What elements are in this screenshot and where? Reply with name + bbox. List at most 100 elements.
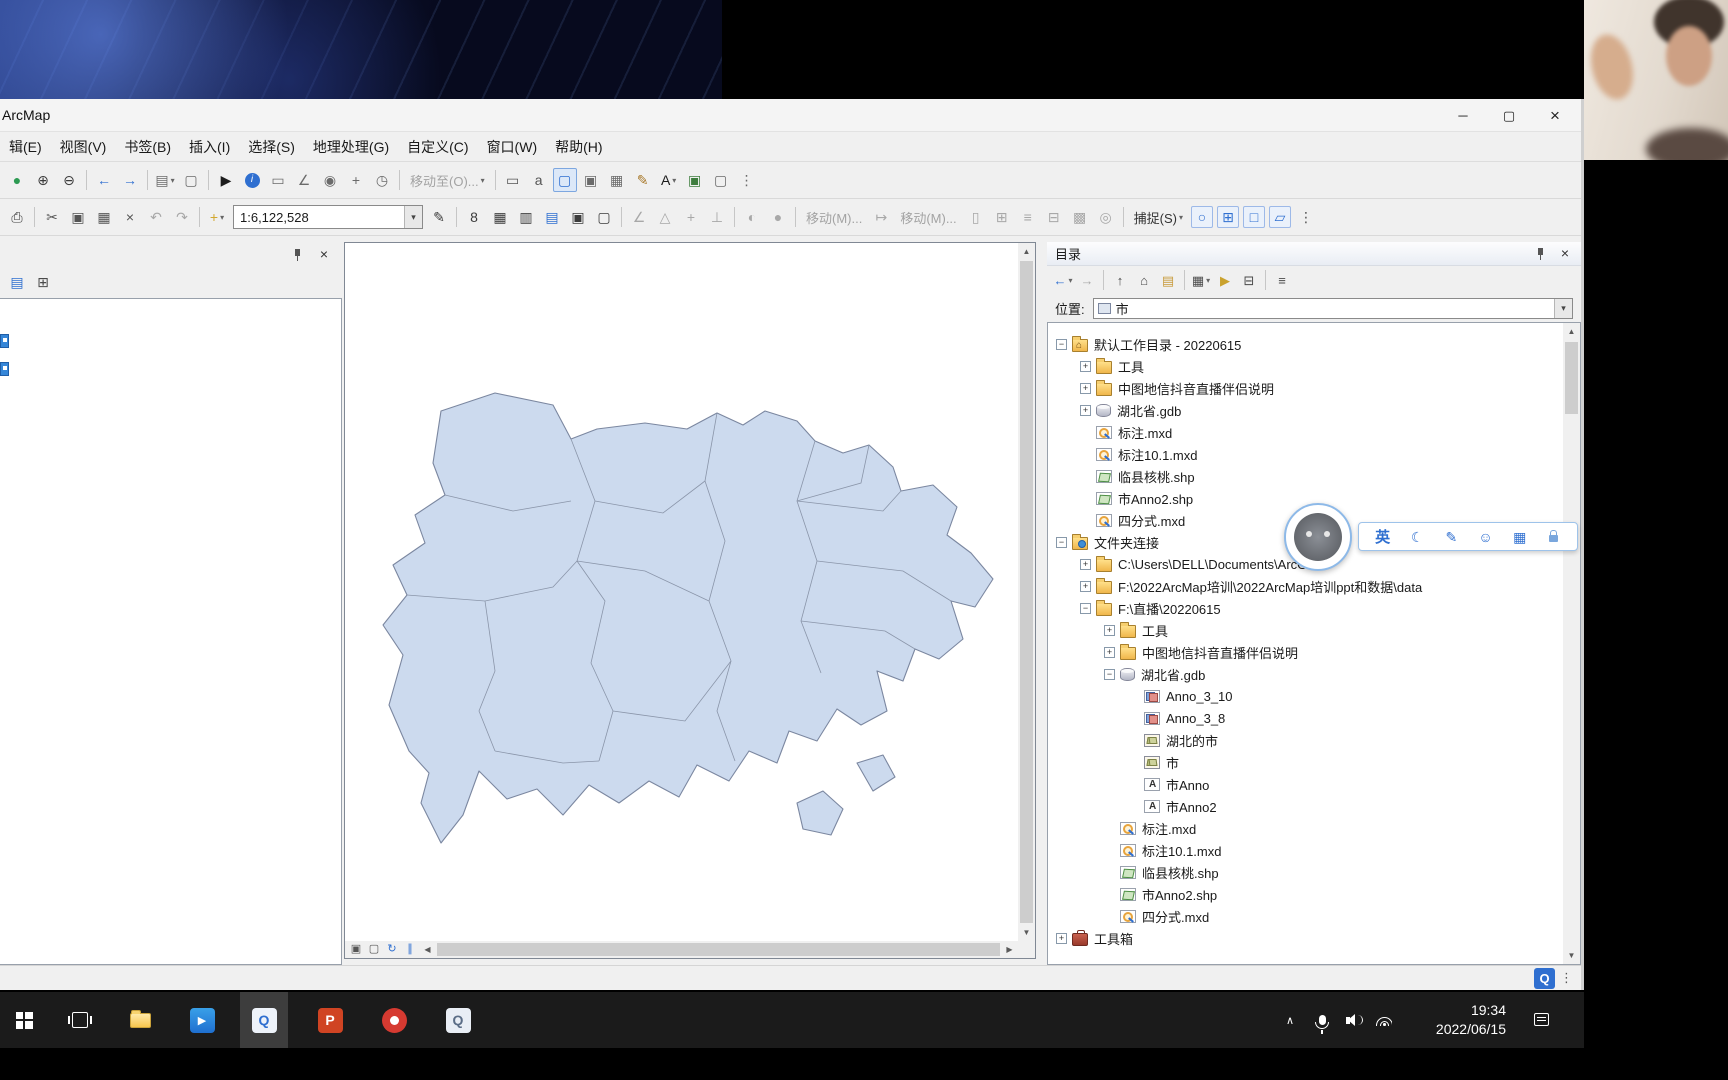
map-scale-dropdown[interactable]: ▾ bbox=[404, 206, 422, 228]
offset-tool[interactable]: ↦ bbox=[869, 205, 893, 229]
go-to-xy[interactable]: + bbox=[344, 168, 368, 192]
tree-item[interactable]: + 中图地信抖音直播伴侣说明 bbox=[1048, 377, 1580, 399]
select-graphics[interactable]: ▢ bbox=[552, 168, 577, 192]
ime-keyboard[interactable]: ▦ bbox=[1511, 527, 1529, 547]
tree-item[interactable]: 临县核桃.shp bbox=[1048, 465, 1580, 487]
location-combo[interactable]: 市 ▾ bbox=[1092, 297, 1573, 319]
move-to-button[interactable]: 移动至(O)... ▾ bbox=[404, 168, 491, 192]
cat-connect-folder[interactable]: ▤ bbox=[1157, 269, 1179, 291]
tree-item[interactable]: + F:\2022ArcMap培训\2022ArcMap培训ppt和数据\data bbox=[1048, 575, 1580, 597]
tree-item[interactable]: 标注10.1.mxd bbox=[1048, 839, 1580, 861]
ime-emoji[interactable]: ☺ bbox=[1477, 527, 1495, 547]
cat-toggle-tree[interactable]: ⊟ bbox=[1238, 269, 1260, 291]
refresh-view-button[interactable]: ↻ bbox=[383, 942, 401, 958]
map-scale-combo[interactable]: 1:6,122,528 ▾ bbox=[233, 205, 423, 229]
fixed-zoom-out[interactable]: ⊖ bbox=[57, 168, 81, 192]
ime-lock[interactable] bbox=[1545, 527, 1563, 547]
scroll-up-icon[interactable]: ▲ bbox=[1018, 243, 1035, 260]
media-app-button[interactable]: ▶ bbox=[178, 992, 226, 1048]
tree-item[interactable]: 市Anno2.shp bbox=[1048, 883, 1580, 905]
add-layer[interactable]: ▤ ▾ bbox=[153, 168, 177, 192]
status-overflow-icon[interactable]: ⋮ bbox=[1560, 970, 1573, 986]
expand-toggle-icon[interactable]: − bbox=[1080, 602, 1091, 614]
modify-1[interactable]: ∠ bbox=[627, 205, 651, 229]
tree-item[interactable]: 四分式.mxd bbox=[1048, 905, 1580, 927]
cat-home[interactable]: ⌂ bbox=[1133, 269, 1155, 291]
catalog-header[interactable]: 目录 × bbox=[1047, 242, 1581, 266]
cat-options[interactable]: ≡ bbox=[1271, 269, 1293, 291]
data-view-button[interactable]: ▣ bbox=[347, 942, 365, 958]
snap-endpoint[interactable]: ⊞ bbox=[1217, 206, 1240, 228]
toc-clipped-layer-2[interactable] bbox=[0, 362, 9, 376]
toolbar-overflow[interactable]: ⋮ bbox=[735, 168, 759, 192]
expand-toggle-icon[interactable]: + bbox=[1080, 558, 1091, 570]
tree-item[interactable]: 标注10.1.mxd bbox=[1048, 443, 1580, 465]
expand-toggle-icon[interactable]: + bbox=[1080, 404, 1091, 416]
cat-forward[interactable]: → bbox=[1076, 269, 1098, 291]
tree-item[interactable]: 市 bbox=[1048, 751, 1580, 773]
toc-by-drawing-order[interactable]: ▤ bbox=[5, 270, 29, 294]
distribute-tool[interactable]: ▦ bbox=[605, 168, 629, 192]
menu-item-8[interactable]: 帮助(H) bbox=[546, 133, 611, 161]
tree-item[interactable]: 临县核桃.shp bbox=[1048, 861, 1580, 883]
cut[interactable]: ✂ bbox=[40, 205, 64, 229]
expand-toggle-icon[interactable]: − bbox=[1104, 668, 1115, 680]
move-annotation-button[interactable]: 移动(M)... bbox=[894, 205, 962, 229]
insert-picture[interactable]: ▣ bbox=[683, 168, 707, 192]
tree-item[interactable]: + 工具 bbox=[1048, 355, 1580, 377]
map-horizontal-scrollbar[interactable]: ▣ ▢ ↻ ∥ ◀ ▶ bbox=[345, 941, 1018, 958]
draw-pencil[interactable]: ✎ bbox=[631, 168, 655, 192]
toc-close-icon[interactable]: × bbox=[320, 247, 328, 261]
pin-icon[interactable] bbox=[290, 247, 304, 263]
maximize-button[interactable]: ▢ bbox=[1486, 99, 1532, 132]
arcmap-taskbar-button[interactable]: Q bbox=[240, 992, 288, 1048]
menu-item-1[interactable]: 视图(V) bbox=[51, 133, 116, 161]
modify-4[interactable]: ⊥ bbox=[705, 205, 729, 229]
search-app-button[interactable]: Q bbox=[434, 992, 482, 1048]
undo[interactable]: ↶ bbox=[144, 205, 168, 229]
menu-item-7[interactable]: 窗口(W) bbox=[478, 133, 547, 161]
create-features[interactable]: ▤ bbox=[540, 205, 564, 229]
tree-item[interactable]: + 工具箱 bbox=[1048, 927, 1580, 949]
rotate-tool[interactable]: ◐ bbox=[740, 205, 764, 229]
anno-tool-6[interactable]: ◎ bbox=[1094, 205, 1118, 229]
cat-contents-view[interactable]: ▦ ▾ bbox=[1190, 269, 1212, 291]
previous-extent[interactable]: ← bbox=[92, 168, 116, 192]
menu-item-5[interactable]: 地理处理(G) bbox=[304, 133, 398, 161]
file-explorer-button[interactable] bbox=[116, 992, 164, 1048]
buffer-tool[interactable]: ● bbox=[766, 205, 790, 229]
add-data[interactable]: + ▾ bbox=[205, 205, 229, 229]
editor-pencil[interactable]: ✎ bbox=[427, 205, 451, 229]
pin-icon[interactable] bbox=[1533, 246, 1547, 262]
start-button[interactable] bbox=[0, 992, 48, 1048]
snap-point[interactable]: ○ bbox=[1191, 206, 1214, 228]
toc-clipped-layer-1[interactable] bbox=[0, 334, 9, 348]
tree-item[interactable]: Anno_3_8 bbox=[1048, 707, 1580, 729]
copy[interactable]: ▣ bbox=[66, 205, 90, 229]
redo[interactable]: ↷ bbox=[170, 205, 194, 229]
scroll-thumb[interactable] bbox=[437, 943, 1000, 956]
cat-back[interactable]: ← ▾ bbox=[1052, 269, 1074, 291]
tree-item[interactable]: 标注.mxd bbox=[1048, 817, 1580, 839]
tree-item[interactable]: 市Anno bbox=[1048, 773, 1580, 795]
close-button[interactable]: × bbox=[1532, 99, 1578, 132]
toc-by-source[interactable]: ⊞ bbox=[31, 270, 55, 294]
tree-item[interactable]: Anno_3_10 bbox=[1048, 685, 1580, 707]
editor-snap[interactable]: 8 bbox=[462, 205, 486, 229]
editor-window[interactable]: ▢ bbox=[592, 205, 616, 229]
pause-drawing-button[interactable]: ∥ bbox=[401, 942, 419, 958]
new-dataframe[interactable]: ▢ bbox=[709, 168, 733, 192]
map-canvas[interactable] bbox=[345, 243, 1018, 941]
network-tray-button[interactable] bbox=[1370, 992, 1398, 1048]
map-view[interactable]: ▲ ▼ ▣ ▢ ↻ ∥ ◀ ▶ bbox=[344, 242, 1036, 959]
next-extent[interactable]: → bbox=[118, 168, 142, 192]
snap-vertex[interactable]: □ bbox=[1243, 206, 1266, 228]
tree-item[interactable]: + 工具 bbox=[1048, 619, 1580, 641]
menu-item-0[interactable]: 辑(E) bbox=[0, 133, 51, 161]
tree-item[interactable]: 湖北的市 bbox=[1048, 729, 1580, 751]
find[interactable]: ◉ bbox=[318, 168, 342, 192]
align-tool[interactable]: ▣ bbox=[579, 168, 603, 192]
labels-lock[interactable]: a bbox=[527, 168, 551, 192]
menu-item-2[interactable]: 书签(B) bbox=[115, 133, 180, 161]
expand-toggle-icon[interactable]: + bbox=[1104, 646, 1115, 658]
